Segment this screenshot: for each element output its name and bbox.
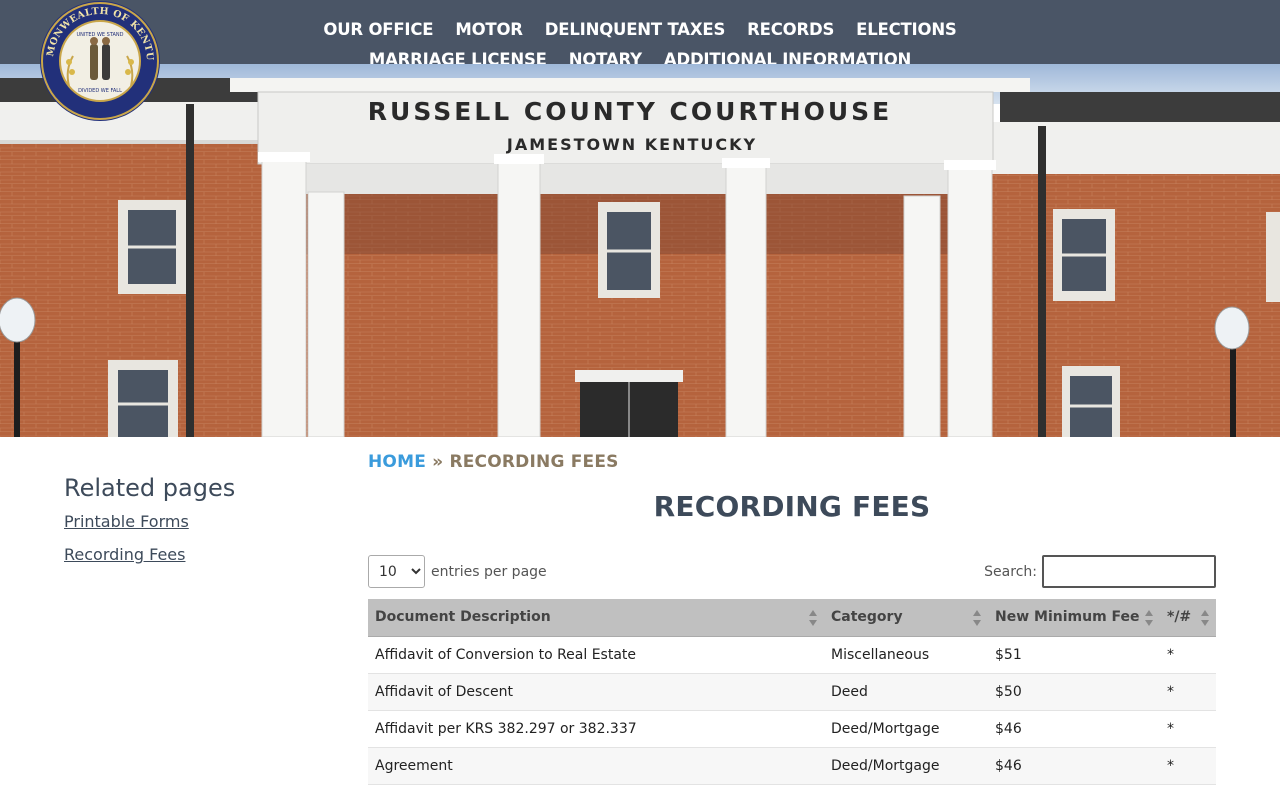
cell-category: Miscellaneous xyxy=(824,636,988,674)
search-input[interactable] xyxy=(1042,555,1216,588)
nav-elections[interactable]: ELECTIONS xyxy=(845,18,967,42)
table-search: Search: xyxy=(984,555,1216,588)
sort-arrows-icon xyxy=(1201,610,1209,626)
related-pages-sidebar: Related pages Printable Forms Recording … xyxy=(64,474,324,578)
table-controls: 10 entries per page Search: xyxy=(368,555,1216,589)
column-header-label: Document Description xyxy=(375,609,551,626)
column-header-label: */# xyxy=(1167,609,1192,626)
breadcrumb-home-link[interactable]: HOME xyxy=(368,452,426,472)
main-content: HOME » RECORDING FEES RECORDING FEES 10 … xyxy=(368,452,1216,785)
search-label: Search: xyxy=(984,563,1037,580)
cell-document-description: Affidavit per KRS 382.297 or 382.337 xyxy=(368,710,824,748)
sidebar-link-printable-forms[interactable]: Printable Forms xyxy=(64,512,324,531)
related-pages-heading: Related pages xyxy=(64,474,236,502)
cell-fee: $51 xyxy=(988,636,1160,674)
column-header-marker[interactable]: */# xyxy=(1160,599,1216,637)
breadcrumb-current: RECORDING FEES xyxy=(449,452,619,472)
svg-text:DIVIDED WE FALL: DIVIDED WE FALL xyxy=(78,88,122,94)
table-row: Affidavit per KRS 382.297 or 382.337 Dee… xyxy=(368,710,1216,748)
table-row: Affidavit of Descent Deed $50 * xyxy=(368,673,1216,711)
nav-records[interactable]: RECORDS xyxy=(736,18,845,42)
nav-delinquent-taxes[interactable]: DELINQUENT TAXES xyxy=(534,18,736,42)
cell-fee: $46 xyxy=(988,710,1160,748)
entries-per-page-select[interactable]: 10 xyxy=(368,555,425,588)
column-header-label: Category xyxy=(831,609,903,626)
breadcrumb-separator: » xyxy=(432,452,444,472)
cell-fee: $50 xyxy=(988,673,1160,711)
svg-text:UNITED WE STAND: UNITED WE STAND xyxy=(76,32,123,38)
recording-fees-table: Document Description Category New Minimu… xyxy=(368,599,1216,785)
table-row: Affidavit of Conversion to Real Estate M… xyxy=(368,636,1216,674)
cell-marker: * xyxy=(1160,710,1216,748)
nav-our-office[interactable]: OUR OFFICE xyxy=(312,18,444,42)
cell-document-description: Affidavit of Conversion to Real Estate xyxy=(368,636,824,674)
column-header-new-minimum-fee[interactable]: New Minimum Fee xyxy=(988,599,1160,637)
sort-arrows-icon xyxy=(973,610,981,626)
column-header-document-description[interactable]: Document Description xyxy=(368,599,824,637)
cell-document-description: Agreement xyxy=(368,747,824,785)
breadcrumb: HOME » RECORDING FEES xyxy=(368,452,1216,472)
cell-category: Deed/Mortgage xyxy=(824,747,988,785)
cell-marker: * xyxy=(1160,636,1216,674)
cell-marker: * xyxy=(1160,673,1216,711)
courthouse-hero-image: RUSSELL COUNTY COURTHOUSE JAMESTOWN KENT… xyxy=(0,64,1280,437)
table-header-row: Document Description Category New Minimu… xyxy=(368,599,1216,637)
page-title: RECORDING FEES xyxy=(653,490,931,523)
sidebar-link-recording-fees[interactable]: Recording Fees xyxy=(64,545,324,564)
sort-arrows-icon xyxy=(809,610,817,626)
svg-text:JAMESTOWN KENTUCKY: JAMESTOWN KENTUCKY xyxy=(506,135,757,154)
cell-category: Deed/Mortgage xyxy=(824,710,988,748)
main-nav: OUR OFFICE MOTOR DELINQUENT TAXES RECORD… xyxy=(270,0,1010,72)
cell-marker: * xyxy=(1160,747,1216,785)
table-row: Agreement Deed/Mortgage $46 * xyxy=(368,747,1216,785)
column-header-label: New Minimum Fee xyxy=(995,609,1140,626)
cell-fee: $46 xyxy=(988,747,1160,785)
cell-category: Deed xyxy=(824,673,988,711)
column-header-category[interactable]: Category xyxy=(824,599,988,637)
sort-arrows-icon xyxy=(1145,610,1153,626)
kentucky-seal-logo[interactable]: COMMONWEALTH OF KENTUCKY UNITED WE STAND… xyxy=(39,0,161,122)
svg-text:RUSSELL COUNTY COURTHOUSE: RUSSELL COUNTY COURTHOUSE xyxy=(368,97,892,126)
entries-per-page-control: 10 entries per page xyxy=(368,555,547,588)
cell-document-description: Affidavit of Descent xyxy=(368,673,824,711)
nav-motor[interactable]: MOTOR xyxy=(444,18,533,42)
entries-per-page-label: entries per page xyxy=(431,563,547,580)
